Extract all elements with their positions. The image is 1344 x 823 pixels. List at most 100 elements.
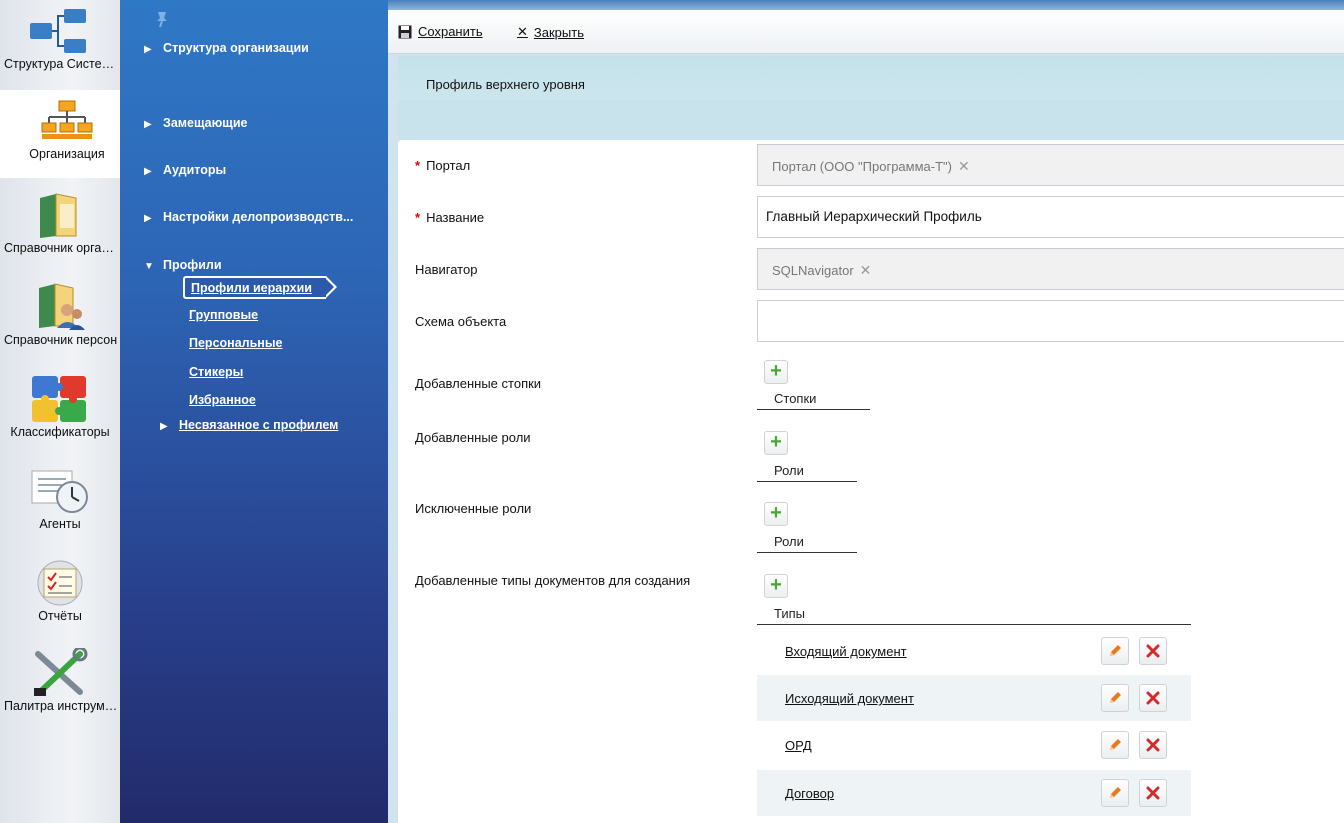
add-column-button[interactable]: + [764, 360, 788, 384]
remove-tag-icon[interactable]: ✕ [860, 262, 872, 278]
rail-item-label: Структура Системы [4, 57, 118, 71]
delete-x-icon [1146, 691, 1160, 705]
plus-icon: + [770, 574, 782, 596]
table-row: ОРД [757, 722, 1191, 768]
add-excluded-role-button[interactable]: + [764, 502, 788, 526]
nav-section-deputies[interactable]: ▶ Замещающие [144, 116, 248, 130]
clock-agent-icon [0, 466, 120, 516]
nav-section-org-structure[interactable]: ▶ Структура организации [144, 41, 309, 55]
rail-item-reports[interactable]: Отчёты [0, 552, 120, 644]
edit-button[interactable] [1101, 731, 1129, 759]
edit-button[interactable] [1101, 779, 1129, 807]
nav-item-hierarchy-profiles[interactable]: Профили иерархии [183, 276, 337, 299]
edit-button[interactable] [1101, 637, 1129, 665]
rail-item-agents[interactable]: Агенты [0, 460, 120, 552]
delete-button[interactable] [1139, 731, 1167, 759]
main-content: Сохранить ✕ Закрыть Профиль верхнего уро… [388, 0, 1344, 823]
doc-types-label: Добавленные типы документов для создания [415, 573, 691, 588]
save-button[interactable]: Сохранить [398, 24, 483, 39]
person-directory-icon [0, 282, 120, 332]
navigator-field[interactable]: SQLNavigator ✕ [757, 248, 1344, 290]
toolbar: Сохранить ✕ Закрыть [388, 10, 1344, 54]
delete-x-icon [1146, 644, 1160, 658]
rail-item-classifiers[interactable]: Классификаторы [0, 368, 120, 460]
org-directory-icon [0, 190, 120, 240]
table-row: Входящий документ [757, 628, 1191, 674]
rail-item-system-structure[interactable]: Структура Системы [0, 0, 120, 92]
nav-section-records-settings[interactable]: ▶ Настройки делопроизводств... [144, 210, 353, 224]
delete-x-icon [1146, 738, 1160, 752]
schema-field[interactable] [757, 300, 1344, 342]
required-marker: * [415, 158, 421, 173]
remove-tag-icon[interactable]: ✕ [958, 158, 970, 174]
table-row: Исходящий документ [757, 675, 1191, 721]
added-roles-label: Добавленные роли [415, 430, 531, 445]
rail-item-label: Справочник персон [4, 333, 118, 347]
rail-item-label: Организация [29, 147, 105, 161]
rail-item-person-directory[interactable]: Справочник персон [0, 276, 120, 368]
rail-item-label: Агенты [39, 517, 81, 531]
table-row: Договор [757, 770, 1191, 816]
top-accent-bar [388, 0, 1344, 10]
portal-label: * Портал [415, 158, 471, 173]
rail-item-label: Справочник организаций [4, 241, 118, 255]
nav-item-favorites[interactable]: Избранное [189, 393, 256, 407]
organization-chart-icon [0, 96, 134, 146]
added-columns-label: Добавленные стопки [415, 376, 542, 391]
excluded-roles-header: Роли [757, 531, 857, 553]
nav-item-stickers[interactable]: Стикеры [189, 365, 243, 379]
name-field[interactable]: Главный Иерархический Профиль [757, 196, 1344, 238]
nav-section-profiles[interactable]: ▼ Профили [144, 258, 222, 272]
add-doc-type-button[interactable]: + [764, 574, 788, 598]
rail-item-label: Классификаторы [10, 425, 110, 439]
expand-arrow-icon: ▶ [160, 421, 168, 432]
form-header: Профиль верхнего уровня [398, 56, 1344, 142]
columns-header: Стопки [757, 388, 870, 410]
nav-item-personal-profiles[interactable]: Персональные [189, 336, 282, 350]
required-marker: * [415, 210, 421, 225]
puzzle-icon [0, 374, 120, 424]
delete-x-icon [1146, 786, 1160, 800]
report-checklist-icon [0, 558, 120, 608]
rail-item-label: Отчёты [38, 609, 82, 623]
module-rail: Структура Системы Организация Справочник… [0, 0, 134, 823]
rail-item-organization[interactable]: Организация [0, 90, 134, 178]
excluded-roles-label: Исключенные роли [415, 501, 532, 516]
nav-section-auditors[interactable]: ▶ Аудиторы [144, 163, 226, 177]
portal-field[interactable]: Портал (ООО "Программа-Т") ✕ [757, 144, 1344, 186]
add-role-button[interactable]: + [764, 431, 788, 455]
doc-type-link[interactable]: Входящий документ [785, 644, 907, 659]
nav-item-group-profiles[interactable]: Групповые [189, 308, 258, 322]
expand-arrow-icon: ▶ [144, 166, 152, 177]
edit-button[interactable] [1101, 684, 1129, 712]
doc-type-link[interactable]: Договор [785, 786, 834, 801]
header-stripe [398, 100, 1344, 142]
expand-arrow-icon: ▶ [144, 213, 152, 224]
plus-icon: + [770, 431, 782, 453]
collapse-arrow-icon: ▼ [144, 261, 154, 272]
pencil-icon [1110, 645, 1121, 656]
pencil-icon [1110, 739, 1121, 750]
floppy-disk-icon [398, 25, 412, 38]
added-roles-header: Роли [757, 460, 857, 482]
navigator-label: Навигатор [415, 262, 478, 277]
tools-icon [0, 648, 120, 698]
delete-button[interactable] [1139, 779, 1167, 807]
rail-item-label: Палитра инструментов [4, 699, 118, 713]
doc-types-header: Типы [757, 603, 1191, 625]
close-button[interactable]: ✕ Закрыть [517, 24, 584, 40]
delete-button[interactable] [1139, 637, 1167, 665]
plus-icon: + [770, 360, 782, 382]
close-icon: ✕ [517, 24, 528, 39]
name-label: * Название [415, 210, 485, 225]
doc-type-link[interactable]: ОРД [785, 738, 812, 753]
portal-tag: Портал (ООО "Программа-Т") ✕ [772, 158, 970, 174]
rail-item-tool-palette[interactable]: Палитра инструментов [0, 642, 120, 734]
rail-item-org-directory[interactable]: Справочник организаций [0, 184, 120, 276]
doc-type-link[interactable]: Исходящий документ [785, 691, 914, 706]
delete-button[interactable] [1139, 684, 1167, 712]
nav-item-unlinked[interactable]: ▶ Несвязанное с профилем [160, 418, 338, 432]
pin-icon[interactable] [154, 10, 170, 28]
expand-arrow-icon: ▶ [144, 119, 152, 130]
schema-label: Схема объекта [415, 314, 507, 329]
